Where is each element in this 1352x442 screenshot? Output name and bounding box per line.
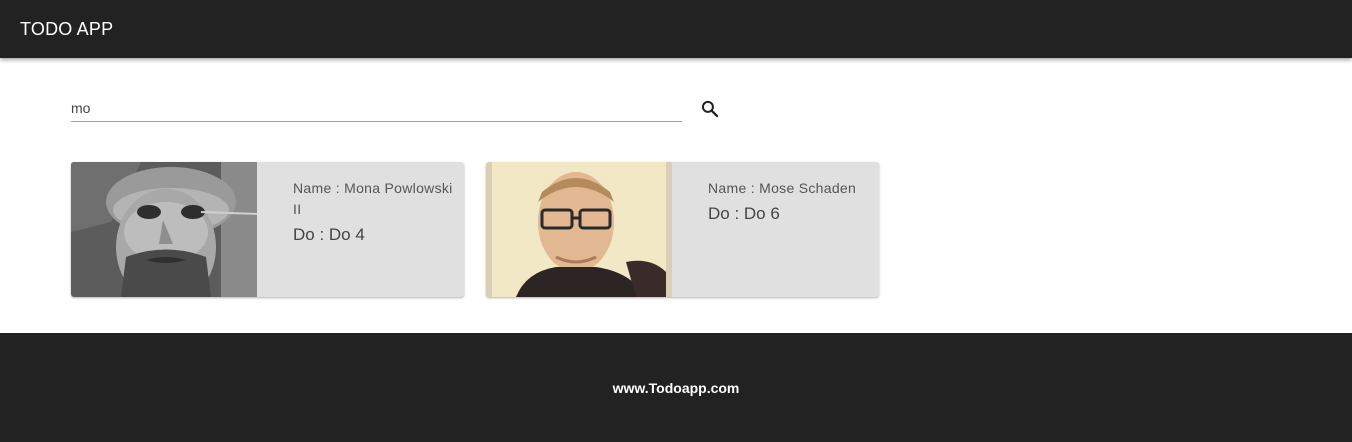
card-todo: Do : Do 4: [293, 225, 365, 244]
app-footer: www.Todoapp.com: [0, 333, 1352, 442]
search-input[interactable]: [71, 94, 682, 122]
card-name: Name : Mose Schaden: [708, 180, 857, 196]
search-icon: [701, 100, 719, 118]
card-details: Name : Mona Powlowski II Do : Do 4: [257, 162, 464, 297]
card-details: Name : Mose Schaden Do : Do 6: [672, 162, 879, 297]
search-button[interactable]: [697, 96, 723, 122]
user-photo: [71, 162, 257, 297]
user-card[interactable]: Name : Mose Schaden Do : Do 6: [486, 162, 879, 297]
search-bar: [71, 94, 731, 124]
user-card[interactable]: Name : Mona Powlowski II Do : Do 4: [71, 162, 464, 297]
app-title: TODO APP: [20, 18, 114, 39]
user-photo: [486, 162, 672, 297]
card-todo: Do : Do 6: [708, 204, 780, 223]
app-header: TODO APP: [0, 0, 1352, 58]
footer-link[interactable]: www.Todoapp.com: [613, 380, 740, 396]
card-name: Name : Mona Powlowski II: [293, 180, 453, 217]
